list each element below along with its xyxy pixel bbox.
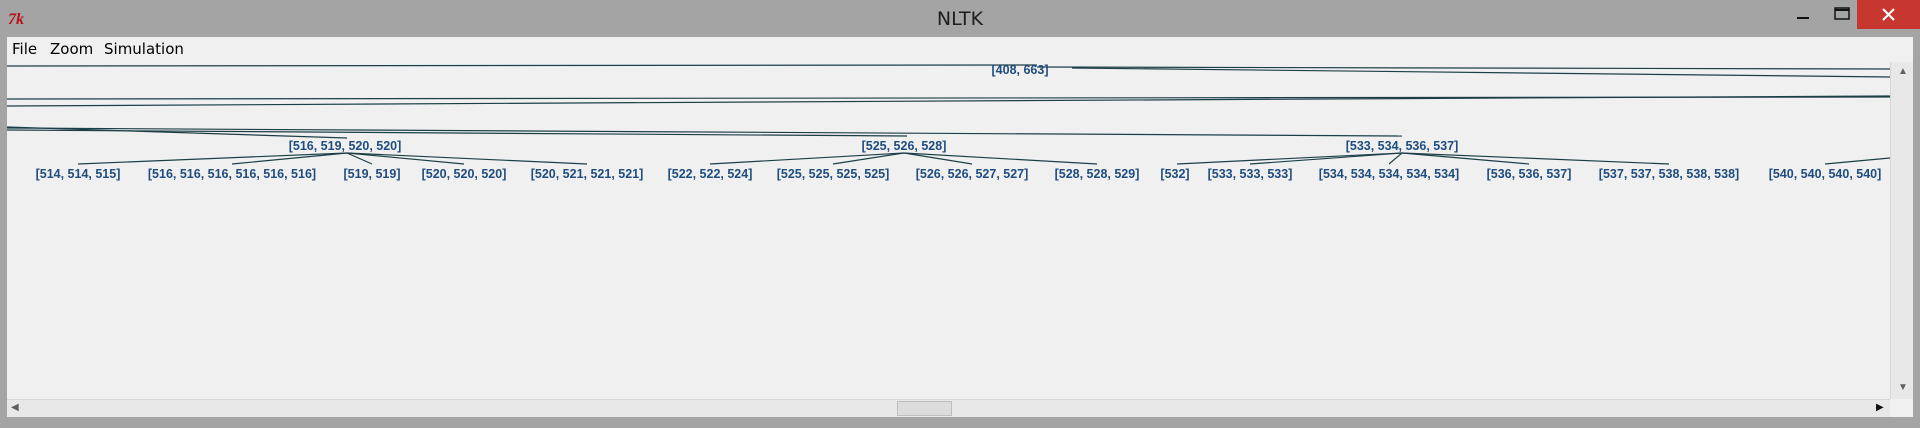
title-bar[interactable]: 7k NLTK [0, 0, 1920, 37]
leaf-node[interactable]: [540, 540, 540, 540] [1769, 167, 1882, 181]
horizontal-scrollbar[interactable]: ◀ ▶ [7, 399, 1890, 417]
menu-bar: File Zoom Simulation [7, 37, 1913, 62]
scroll-down-icon[interactable]: ▼ [1898, 382, 1908, 393]
leaf-node[interactable]: [526, 526, 527, 527] [916, 167, 1029, 181]
leaf-node[interactable]: [534, 534, 534, 534, 534] [1319, 167, 1459, 181]
scroll-left-icon[interactable]: ◀ [11, 402, 19, 413]
leaf-node[interactable]: [522, 522, 524] [668, 167, 753, 181]
horizontal-scroll-thumb[interactable] [897, 401, 952, 416]
tree-node[interactable]: [516, 519, 520, 520] [289, 139, 402, 153]
tree-node[interactable]: [525, 526, 528] [862, 139, 947, 153]
maximize-button[interactable] [1822, 0, 1862, 29]
tree-drawing: [408, 663] [516, 519, 520, 520] [525, 52… [7, 63, 1890, 181]
app-window: 7k NLTK File Zoom Simulation [408, 663] … [0, 0, 1920, 428]
leaf-node[interactable]: [533, 533, 533] [1208, 167, 1293, 181]
maximize-icon [1834, 7, 1850, 20]
leaf-node[interactable]: [528, 528, 529] [1055, 167, 1140, 181]
close-icon [1882, 8, 1895, 21]
scroll-up-icon[interactable]: ▲ [1898, 66, 1908, 77]
leaf-node[interactable]: [520, 521, 521, 521] [531, 167, 644, 181]
leaf-node[interactable]: [532] [1160, 167, 1189, 181]
leaf-node[interactable]: [536, 536, 537] [1487, 167, 1572, 181]
window-title: NLTK [936, 8, 984, 30]
leaf-node[interactable]: [514, 514, 515] [36, 167, 121, 181]
minimize-button[interactable] [1783, 0, 1823, 29]
menu-zoom[interactable]: Zoom [50, 40, 93, 58]
leaf-node[interactable]: [519, 519] [344, 167, 401, 181]
vertical-scrollbar[interactable]: ▲ ▼ [1890, 62, 1913, 399]
leaf-node[interactable]: [525, 525, 525, 525] [777, 167, 890, 181]
menu-file[interactable]: File [12, 40, 37, 58]
leaf-node[interactable]: [516, 516, 516, 516, 516, 516] [148, 167, 316, 181]
leaf-node[interactable]: [537, 537, 538, 538, 538] [1599, 167, 1739, 181]
close-button[interactable] [1857, 0, 1920, 29]
leaf-node[interactable]: [520, 520, 520] [422, 167, 507, 181]
minimize-icon [1797, 17, 1809, 19]
root-node[interactable]: [408, 663] [992, 63, 1049, 77]
tree-canvas[interactable]: [408, 663] [516, 519, 520, 520] [525, 52… [7, 62, 1890, 399]
menu-simulation[interactable]: Simulation [104, 40, 184, 58]
tree-node[interactable]: [533, 534, 536, 537] [1346, 139, 1459, 153]
scroll-corner [1890, 399, 1913, 417]
scroll-right-icon[interactable]: ▶ [1876, 402, 1884, 413]
